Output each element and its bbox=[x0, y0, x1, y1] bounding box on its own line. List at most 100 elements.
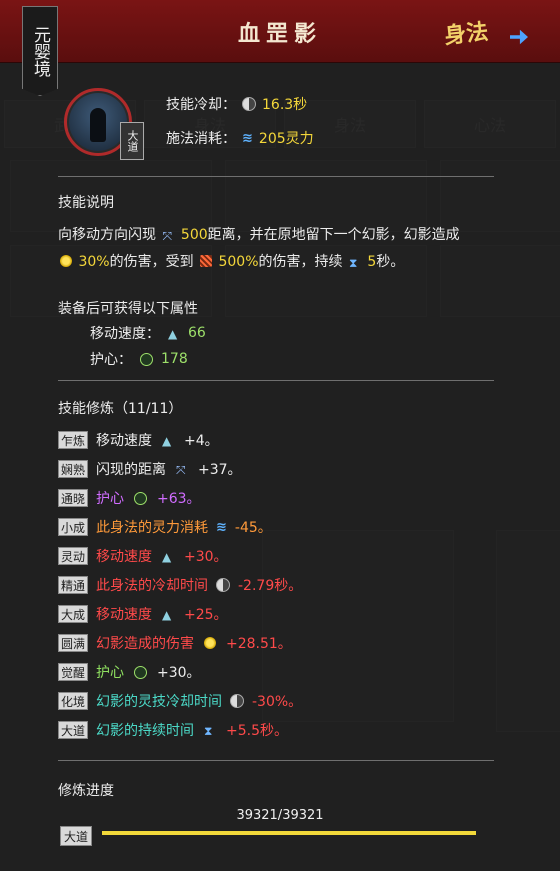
stage-tag: 娴熟 bbox=[58, 460, 88, 478]
boot-icon: ▲ bbox=[168, 327, 178, 341]
cooldown-icon bbox=[242, 97, 256, 111]
description-line-2: 30%的伤害，受到 500%的伤害，持续 ⧗ 5秒。 bbox=[58, 249, 508, 276]
cost-label: 施法消耗： bbox=[166, 131, 236, 147]
realm-badge: 元婴境 bbox=[22, 6, 58, 96]
cultivation-text: 此身法的灵力消耗 bbox=[96, 520, 208, 536]
stage-tag: 精通 bbox=[58, 576, 88, 594]
boot-icon: ▲ bbox=[162, 608, 172, 622]
stage-tag: 大道 bbox=[58, 721, 88, 739]
desc-distance: 500 bbox=[180, 227, 208, 243]
cost-stat: 施法消耗： ≋ 205灵力 bbox=[166, 128, 314, 148]
divider bbox=[58, 176, 494, 177]
hourglass-icon: ⧗ bbox=[348, 256, 358, 270]
cultivation-row: 精通 此身法的冷却时间 -2.79秒。 bbox=[58, 575, 302, 595]
boot-icon: ▲ bbox=[162, 434, 172, 448]
cultivation-text: 幻影造成的伤害 bbox=[96, 636, 194, 652]
cultivation-row: 乍炼 移动速度 ▲ +4。 bbox=[58, 430, 219, 450]
description-line-1: 向移动方向闪现 ⤧ 500距离，并在原地留下一个幻影，幻影造成 bbox=[58, 222, 508, 249]
title-bar: 血罡影 身法 bbox=[0, 0, 560, 63]
cultivation-text: 此身法的冷却时间 bbox=[96, 578, 208, 594]
desc-taken-pct: 500% bbox=[218, 254, 259, 270]
cultivation-value: +4。 bbox=[184, 433, 219, 449]
desc-text: 向移动方向闪现 bbox=[58, 227, 156, 243]
stage-tag: 灵动 bbox=[58, 547, 88, 565]
cultivation-value: +30。 bbox=[184, 549, 228, 565]
cooldown-icon bbox=[216, 578, 230, 592]
cultivation-value: -2.79秒。 bbox=[238, 578, 303, 594]
damage-icon bbox=[60, 255, 72, 267]
cultivation-row: 娴熟 闪现的距离 ⤧ +37。 bbox=[58, 459, 242, 479]
desc-text: 的伤害，持续 bbox=[258, 254, 343, 270]
cultivation-row: 大成 移动速度 ▲ +25。 bbox=[58, 604, 228, 624]
heart-icon bbox=[140, 352, 153, 366]
progress-stage-tag: 大道 bbox=[60, 826, 92, 846]
stage-tag: 觉醒 bbox=[58, 663, 88, 681]
skill-avatar: 大道 bbox=[64, 88, 144, 160]
hourglass-icon: ⧗ bbox=[204, 724, 213, 738]
divider bbox=[58, 760, 494, 761]
cultivation-text: 护心 bbox=[96, 491, 124, 507]
cultivation-text: 移动速度 bbox=[96, 549, 152, 565]
cultivation-value: +63。 bbox=[157, 491, 201, 507]
cultivation-row: 通晓 护心 +63。 bbox=[58, 488, 201, 508]
cultivation-value: +5.5秒。 bbox=[226, 723, 288, 739]
stage-tag: 小成 bbox=[58, 518, 88, 536]
cultivation-row: 化境 幻影的灵技冷却时间 -30%。 bbox=[58, 691, 302, 711]
progress-bar bbox=[102, 831, 476, 835]
stage-tag: 大成 bbox=[58, 605, 88, 623]
stage-tag: 圆满 bbox=[58, 634, 88, 652]
description-title: 技能说明 bbox=[58, 195, 114, 211]
cultivation-value: +28.51。 bbox=[226, 636, 292, 652]
cultivation-text: 幻影的灵技冷却时间 bbox=[96, 694, 222, 710]
cultivation-text: 移动速度 bbox=[96, 607, 152, 623]
cultivation-text: 闪现的距离 bbox=[96, 462, 166, 478]
spirit-icon: ≋ bbox=[216, 519, 227, 535]
stage-tag: 化境 bbox=[58, 692, 88, 710]
heart-icon bbox=[134, 491, 147, 505]
desc-damage-pct: 30% bbox=[78, 254, 110, 270]
stage-tag: 通晓 bbox=[58, 489, 88, 507]
attribute-move-speed: 移动速度： ▲ 66 bbox=[90, 323, 206, 343]
cooldown-stat: 技能冷却： 16.3秒 bbox=[166, 94, 307, 114]
progress-title: 修炼进度 bbox=[58, 783, 114, 799]
cultivation-text: 幻影的持续时间 bbox=[96, 723, 194, 739]
cultivation-row: 灵动 移动速度 ▲ +30。 bbox=[58, 546, 228, 566]
progress-fill bbox=[102, 831, 476, 835]
skill-detail-panel: 血罡影 身法 元婴境 大道 技能冷却： 16.3秒 施法消耗： ≋ 205灵力 … bbox=[0, 0, 560, 871]
attr-label: 移动速度： bbox=[90, 326, 160, 342]
cultivation-value: -45。 bbox=[234, 520, 272, 536]
cultivation-title: 技能修炼（11/11） bbox=[58, 401, 183, 417]
attr-value: 178 bbox=[161, 351, 188, 367]
cost-value: 205灵力 bbox=[258, 131, 314, 147]
cooldown-value: 16.3秒 bbox=[262, 97, 308, 113]
cultivation-row: 觉醒 护心 +30。 bbox=[58, 662, 201, 682]
skill-description: 向移动方向闪现 ⤧ 500距离，并在原地留下一个幻影，幻影造成 30%的伤害，受… bbox=[58, 222, 508, 276]
attributes-title: 装备后可获得以下属性 bbox=[58, 301, 198, 317]
desc-duration: 5 bbox=[367, 254, 377, 270]
taken-damage-icon bbox=[200, 255, 213, 267]
cultivation-row: 圆满 幻影造成的伤害 +28.51。 bbox=[58, 633, 292, 653]
cultivation-text: 护心 bbox=[96, 665, 124, 681]
cultivation-value: -30%。 bbox=[252, 694, 303, 710]
cultivation-value: +25。 bbox=[184, 607, 228, 623]
cooldown-icon bbox=[230, 694, 244, 708]
progress-text: 39321/39321 bbox=[236, 808, 324, 823]
desc-text: 秒。 bbox=[376, 254, 405, 270]
distance-icon: ⤧ bbox=[162, 229, 173, 243]
heart-icon bbox=[134, 665, 147, 679]
attribute-guard: 护心： 178 bbox=[90, 349, 188, 369]
cultivation-value: +37。 bbox=[198, 462, 242, 478]
cooldown-label: 技能冷却： bbox=[166, 97, 236, 113]
spirit-icon: ≋ bbox=[242, 130, 253, 146]
desc-text: 的伤害，受到 bbox=[109, 254, 194, 270]
damage-icon bbox=[204, 637, 216, 649]
boot-icon: ▲ bbox=[162, 550, 172, 564]
cultivation-text: 移动速度 bbox=[96, 433, 152, 449]
cultivation-row: 小成 此身法的灵力消耗 ≋ -45。 bbox=[58, 517, 272, 537]
divider bbox=[58, 380, 494, 381]
attr-value: 66 bbox=[188, 325, 206, 341]
cultivation-row: 大道 幻影的持续时间 ⧗ +5.5秒。 bbox=[58, 720, 288, 740]
stage-tag: 乍炼 bbox=[58, 431, 88, 449]
avatar-tag: 大道 bbox=[120, 122, 144, 160]
cultivation-value: +30。 bbox=[157, 665, 201, 681]
